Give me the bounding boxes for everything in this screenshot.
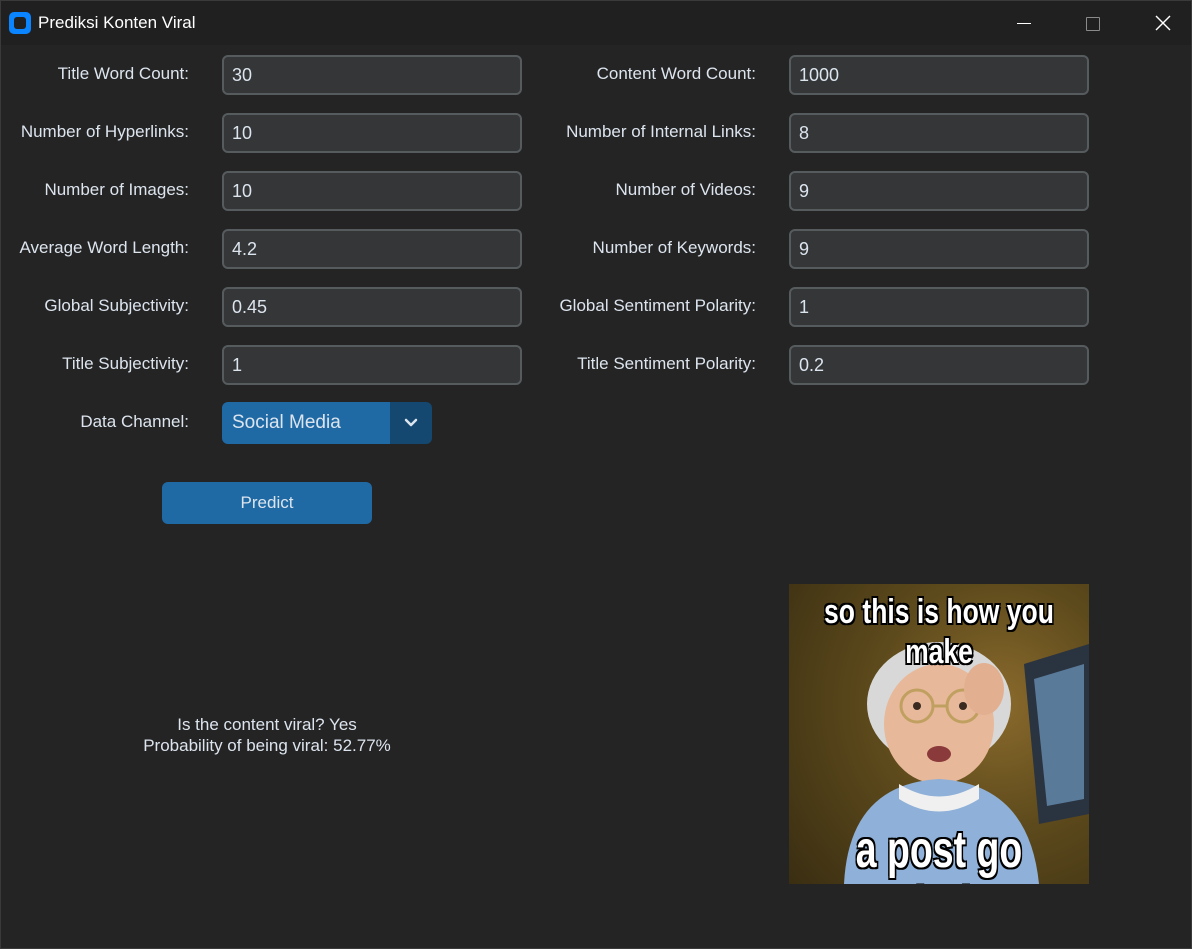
close-icon — [1155, 15, 1171, 31]
maximize-button[interactable] — [1058, 1, 1128, 45]
images-input[interactable] — [222, 171, 522, 211]
chevron-down-icon — [404, 418, 418, 427]
viral-verdict-text: Is the content viral? Yes — [177, 715, 357, 734]
title-sentiment-polarity-label: Title Sentiment Polarity: — [577, 354, 756, 373]
data-channel-dropdown[interactable]: Social Media — [222, 402, 432, 444]
title-bar[interactable]: Prediksi Konten Viral — [1, 1, 1191, 45]
internal-links-input[interactable] — [789, 113, 1089, 153]
title-subjectivity-input[interactable] — [222, 345, 522, 385]
images-label: Number of Images: — [44, 180, 189, 199]
data-channel-arrow-button[interactable] — [390, 402, 432, 444]
internal-links-label: Number of Internal Links: — [566, 122, 756, 141]
title-word-count-label: Title Word Count: — [57, 64, 189, 83]
global-subjectivity-label: Global Subjectivity: — [44, 296, 189, 315]
keywords-label: Number of Keywords: — [592, 238, 756, 257]
minimize-button[interactable] — [989, 1, 1059, 45]
title-word-count-input[interactable] — [222, 55, 522, 95]
predict-button[interactable]: Predict — [162, 482, 372, 524]
global-subjectivity-input[interactable] — [222, 287, 522, 327]
global-sentiment-polarity-label: Global Sentiment Polarity: — [559, 296, 756, 315]
title-subjectivity-label: Title Subjectivity: — [62, 354, 189, 373]
global-sentiment-polarity-input[interactable] — [789, 287, 1089, 327]
meme-top-caption: so this is how you make — [824, 593, 1054, 671]
average-word-length-label: Average Word Length: — [19, 238, 190, 257]
viral-probability-text: Probability of being viral: 52.77% — [143, 736, 391, 755]
hyperlinks-label: Number of Hyperlinks: — [20, 122, 189, 141]
app-icon — [9, 12, 31, 34]
content-word-count-label: Content Word Count: — [596, 64, 756, 83]
videos-label: Number of Videos: — [615, 180, 756, 199]
app-window: Prediksi Konten Viral Title Word Count: … — [0, 0, 1192, 949]
window-title: Prediksi Konten Viral — [38, 13, 196, 32]
data-channel-selected: Social Media — [232, 412, 341, 433]
prediction-result: Is the content viral? Yes Probability of… — [67, 714, 467, 756]
average-word-length-input[interactable] — [222, 229, 522, 269]
data-channel-value-area[interactable]: Social Media — [222, 402, 390, 444]
keywords-input[interactable] — [789, 229, 1089, 269]
close-button[interactable] — [1128, 1, 1192, 45]
meme-image: so this is how you make a post go viral! — [789, 584, 1089, 884]
hyperlinks-input[interactable] — [222, 113, 522, 153]
meme-bottom-caption: a post go viral! — [855, 821, 1023, 884]
videos-input[interactable] — [789, 171, 1089, 211]
content-word-count-input[interactable] — [789, 55, 1089, 95]
data-channel-label: Data Channel: — [80, 412, 189, 431]
title-sentiment-polarity-input[interactable] — [789, 345, 1089, 385]
